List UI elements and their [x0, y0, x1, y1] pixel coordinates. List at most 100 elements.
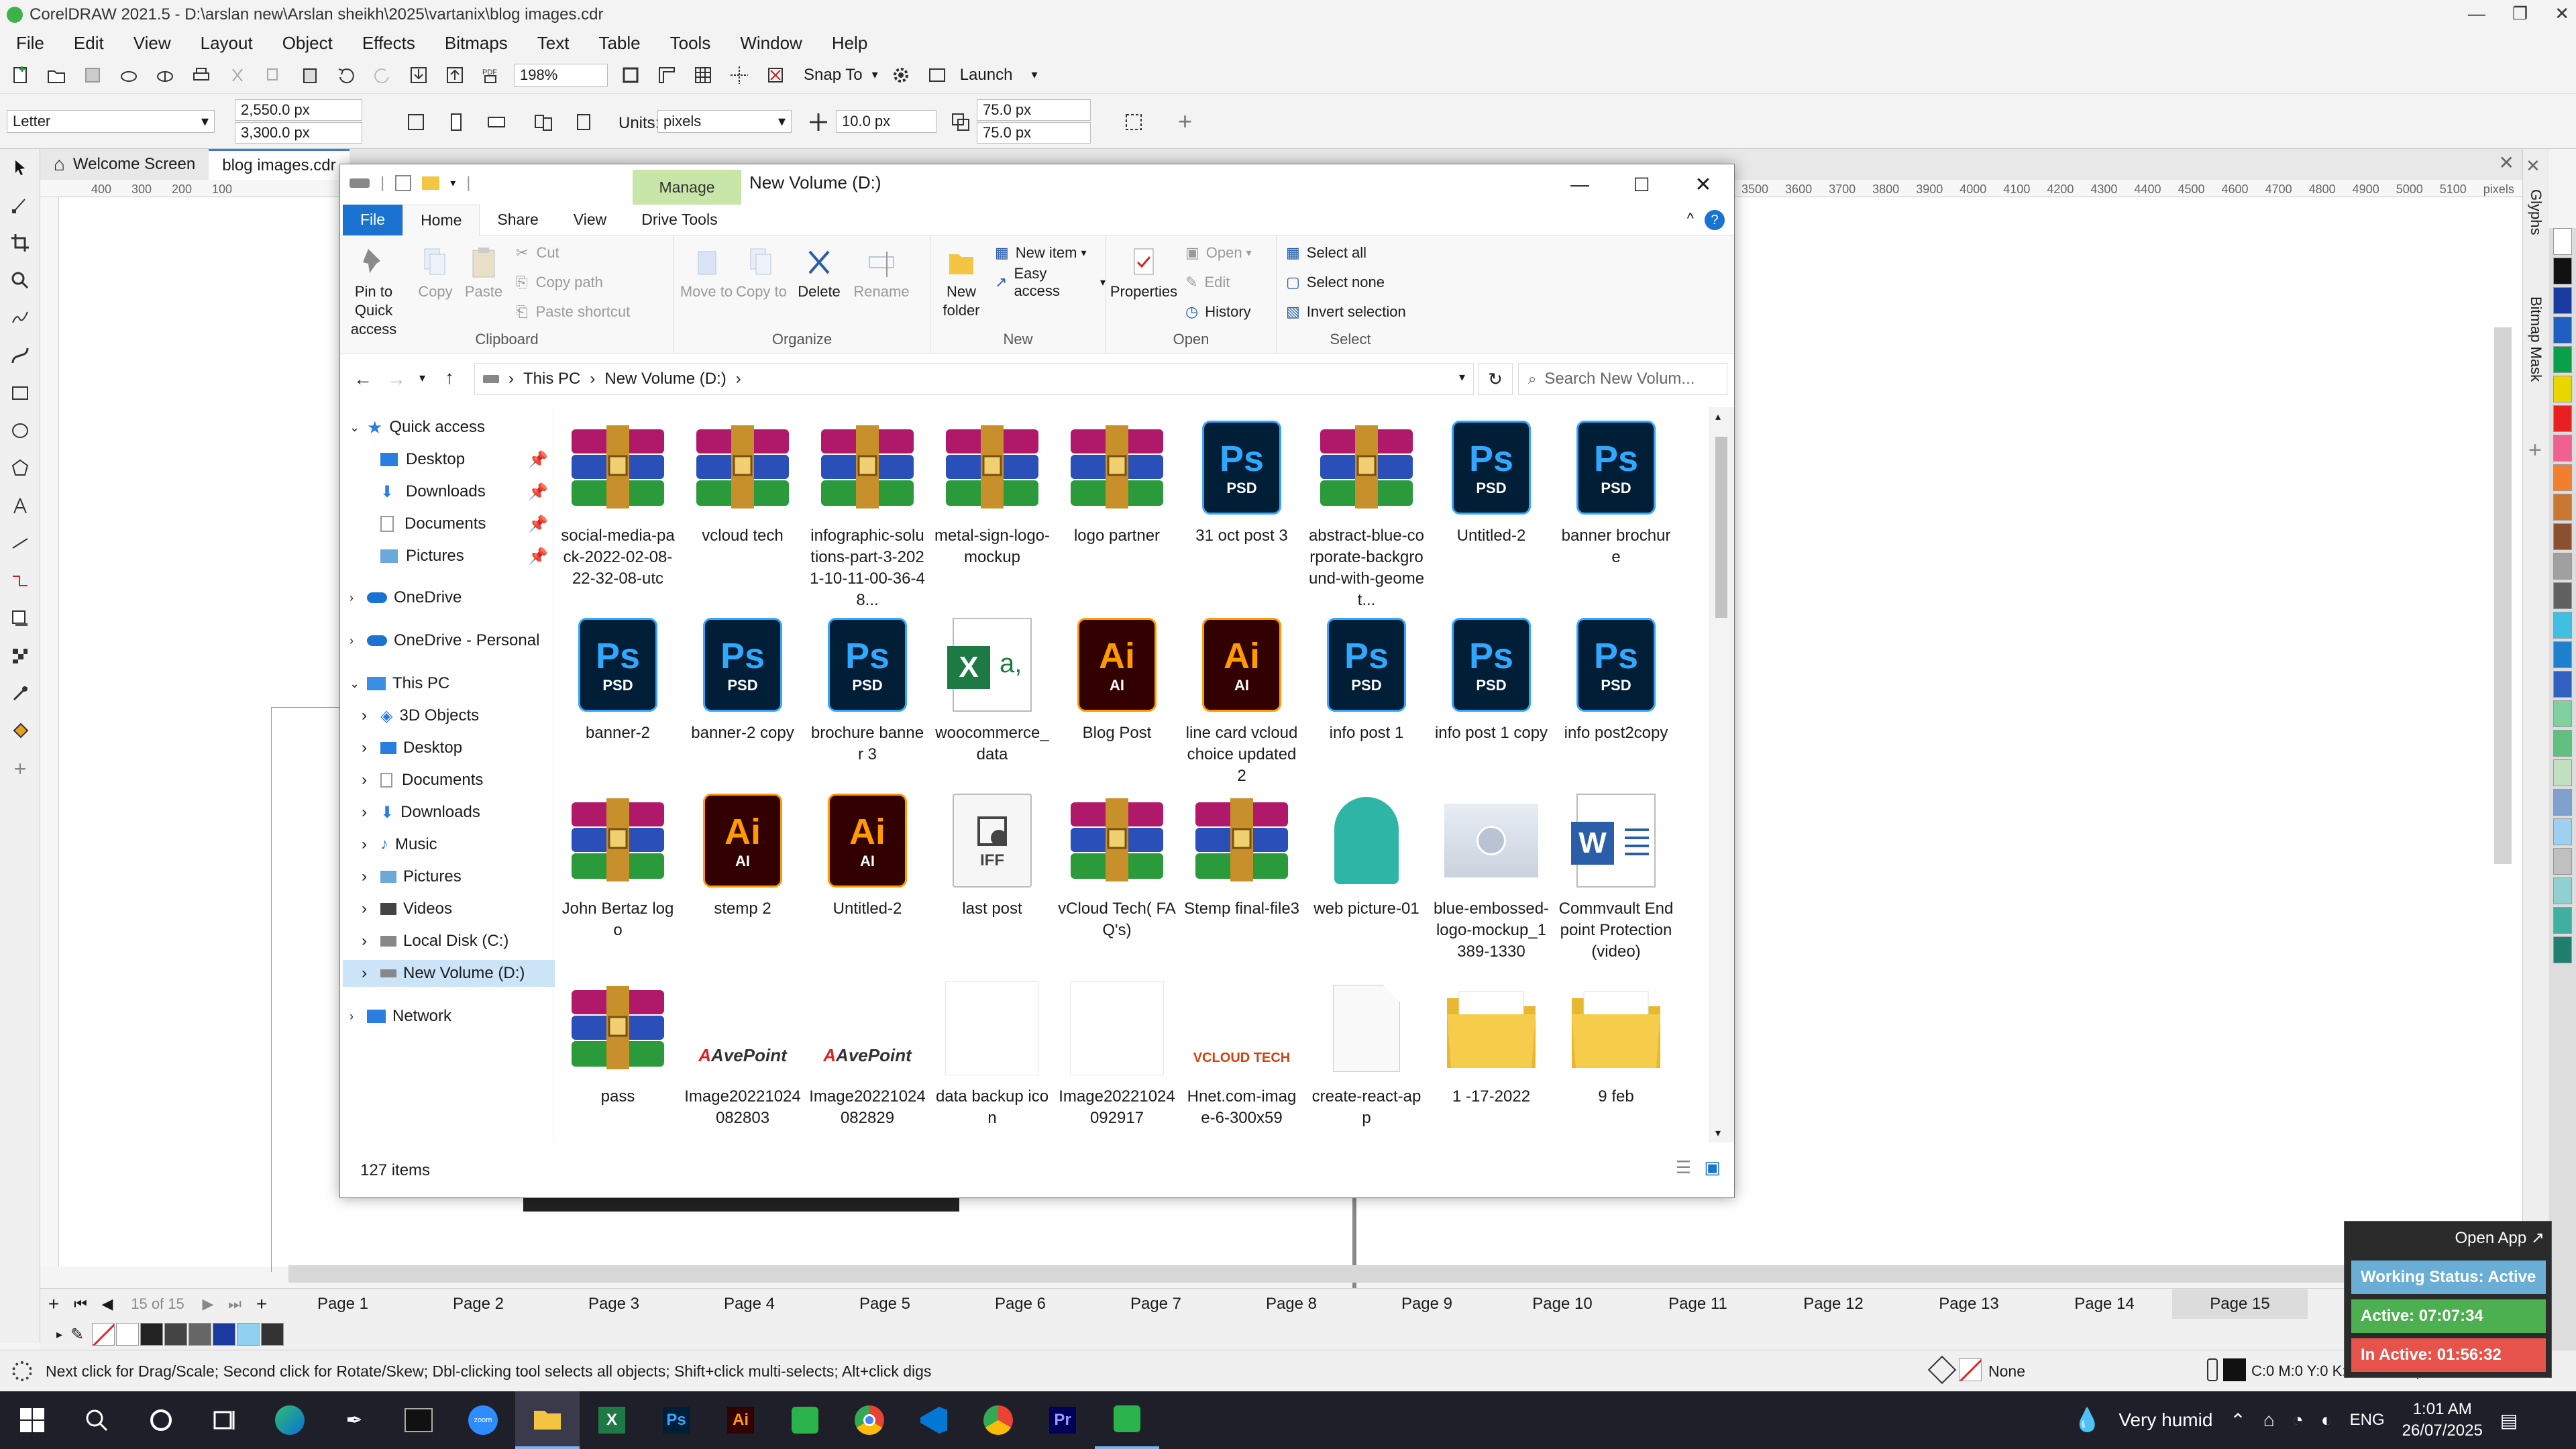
paste-icon[interactable] — [297, 62, 323, 89]
chevron-down-icon[interactable]: ▾ — [450, 176, 455, 190]
file-item[interactable]: Ps PSD 31 oct post 3 — [1183, 414, 1301, 547]
palette-swatch[interactable] — [2553, 612, 2572, 639]
file-item[interactable]: 9 feb — [1557, 975, 1675, 1108]
file-item[interactable]: Stemp final-file3 — [1183, 787, 1301, 920]
wifi-icon[interactable]: ◔ — [2292, 1409, 2304, 1431]
menu-effects[interactable]: Effects — [362, 33, 415, 54]
nudge-distance-field[interactable]: 10.0 px — [836, 110, 936, 133]
menu-text[interactable]: Text — [537, 33, 570, 54]
outline-swatch[interactable] — [2223, 1358, 2246, 1381]
save-icon[interactable] — [79, 62, 106, 89]
manage-context-tab[interactable]: Manage — [633, 170, 741, 205]
nav-documents[interactable]: › Documents — [362, 767, 483, 794]
nav-local-disk-c[interactable]: › Local Disk (C:) — [362, 928, 508, 955]
file-item[interactable]: abstract-blue-corporate-background-with-… — [1307, 414, 1426, 611]
document-color-swatch[interactable] — [140, 1323, 164, 1346]
palette-swatch[interactable] — [2553, 818, 2572, 845]
add-page-end-icon[interactable]: + — [248, 1293, 275, 1315]
palette-swatch[interactable] — [2553, 346, 2572, 373]
zoom-tool-icon[interactable] — [0, 262, 40, 299]
breadcrumb-this-pc[interactable]: This PC — [523, 370, 580, 388]
recent-locations-icon[interactable]: ▾ — [419, 371, 425, 385]
palette-swatch[interactable] — [2553, 582, 2572, 609]
fill-icon[interactable] — [1927, 1355, 1957, 1385]
minimize-icon[interactable]: — — [2468, 3, 2485, 24]
rulers-icon[interactable] — [653, 62, 680, 89]
add-icon[interactable]: + — [1178, 107, 1192, 136]
palette-swatch[interactable] — [2553, 553, 2572, 580]
treat-as-filled-icon[interactable] — [1120, 109, 1147, 136]
illustrator-icon[interactable]: Ai — [708, 1391, 773, 1449]
collapse-ribbon-icon[interactable]: ^ — [1687, 210, 1694, 227]
import-icon[interactable] — [405, 62, 432, 89]
file-item[interactable]: AAvePoint Image20221024082803 — [684, 975, 802, 1129]
language-indicator[interactable]: ENG — [2350, 1411, 2385, 1430]
nav-videos[interactable]: › Videos — [362, 896, 452, 922]
close-document-icon[interactable]: ✕ — [2499, 152, 2514, 174]
weather-drop-icon[interactable]: 💧 — [2073, 1407, 2101, 1434]
easy-access-button[interactable]: ↗ Easy access ▾ — [995, 265, 1106, 299]
weather-text[interactable]: Very humid — [2118, 1409, 2212, 1431]
file-item[interactable]: pass — [559, 975, 677, 1108]
select-none-button[interactable]: ▢ Select none — [1286, 269, 1385, 296]
tab-view[interactable]: View — [556, 205, 624, 235]
file-explorer-taskbar-icon[interactable] — [515, 1391, 580, 1449]
nav-quick-access[interactable]: ⌄ ★ Quick access — [350, 414, 485, 441]
task-view-icon[interactable] — [193, 1391, 258, 1449]
file-item[interactable]: create-react-app — [1307, 975, 1426, 1129]
file-item[interactable]: Ps PSD banner-2 — [559, 611, 677, 744]
file-item[interactable]: Ps PSD banner brochure — [1557, 414, 1675, 568]
nav-qa-downloads[interactable]: ⬇ Downloads 📌 — [380, 478, 548, 505]
file-item[interactable]: Xa, woocommerce_data — [933, 611, 1051, 765]
pen-tool-icon[interactable]: ✒ — [322, 1391, 386, 1449]
menu-object[interactable]: Object — [282, 33, 333, 54]
photoshop-icon[interactable]: Ps — [644, 1391, 708, 1449]
nav-onedrive-personal[interactable]: › OneDrive - Personal — [350, 627, 539, 654]
chevron-down-icon[interactable]: ▾ — [1031, 68, 1037, 82]
delete-button[interactable]: Delete — [792, 245, 846, 301]
units-select[interactable]: pixels ▾ — [657, 110, 792, 133]
chrome-profile-icon[interactable] — [966, 1391, 1030, 1449]
premiere-icon[interactable]: Pr — [1030, 1391, 1095, 1449]
nav-qa-pictures[interactable]: Pictures 📌 — [380, 543, 548, 570]
nav-new-volume-d[interactable]: › New Volume (D:) — [343, 960, 555, 987]
close-docker-icon[interactable]: ✕ — [2526, 156, 2540, 176]
palette-swatch[interactable] — [2553, 848, 2572, 875]
file-item[interactable]: web picture-01 — [1307, 787, 1426, 920]
palette-swatch[interactable] — [2553, 700, 2572, 727]
freehand-tool-icon[interactable] — [0, 299, 40, 337]
nav-network[interactable]: › Network — [350, 1003, 451, 1030]
file-item[interactable]: Ps PSD banner-2 copy — [684, 611, 802, 744]
copy-icon[interactable] — [260, 62, 287, 89]
vertical-ruler[interactable] — [40, 197, 59, 1267]
page-width-field[interactable]: 2,550.0 px — [235, 99, 362, 121]
pin-quick-access-button[interactable]: Pin to Quick access — [345, 245, 402, 339]
palette-swatch[interactable] — [2553, 907, 2572, 934]
file-item[interactable]: vcloud tech — [684, 414, 802, 547]
large-icons-view-icon[interactable]: ▣ — [1704, 1157, 1721, 1178]
file-item[interactable]: vCloud Tech( FAQ's) — [1058, 787, 1176, 941]
file-item[interactable]: Ps PSD info post2copy — [1557, 611, 1675, 744]
palette-swatch[interactable] — [2553, 287, 2572, 314]
folder-qat-icon[interactable] — [422, 176, 440, 190]
menu-layout[interactable]: Layout — [201, 33, 253, 54]
restore-icon[interactable]: ❐ — [2512, 3, 2528, 24]
first-page-icon[interactable]: ⏮ — [67, 1295, 94, 1313]
file-item[interactable]: Ai AI line card vcloudchoice updated2 — [1183, 611, 1301, 787]
cut-icon[interactable] — [224, 62, 251, 89]
copy-button[interactable]: Copy — [415, 245, 455, 301]
bitmap-mask-tab[interactable]: Bitmap Mask — [2527, 297, 2544, 382]
drop-shadow-icon[interactable] — [0, 600, 40, 637]
palette-swatch[interactable] — [2553, 317, 2572, 343]
file-item[interactable]: Image20221024092917 — [1058, 975, 1176, 1129]
page-tab[interactable]: Page 2 — [411, 1289, 546, 1319]
cortana-icon[interactable] — [129, 1391, 193, 1449]
page-tab[interactable]: Page 7 — [1088, 1289, 1224, 1319]
invert-selection-button[interactable]: ▧ Invert selection — [1286, 299, 1406, 325]
add-docker-icon[interactable]: + — [2528, 437, 2542, 464]
nav-onedrive[interactable]: › OneDrive — [350, 584, 462, 611]
maximize-icon[interactable]: ☐ — [1611, 174, 1672, 196]
nav-downloads[interactable]: › ⬇ Downloads — [362, 799, 480, 826]
open-icon[interactable] — [43, 62, 70, 89]
artistic-media-icon[interactable] — [0, 337, 40, 374]
